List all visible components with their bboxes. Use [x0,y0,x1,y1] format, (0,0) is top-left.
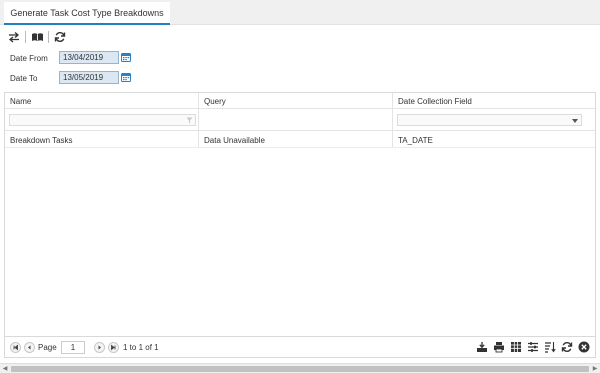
previous-page-icon [28,345,31,350]
horizontal-scrollbar[interactable]: ◀ ▶ [0,363,600,373]
calendar-icon[interactable] [121,52,131,62]
calendar-icon[interactable] [121,72,131,82]
tab-bar: Generate Task Cost Type Breakdowns [0,0,600,25]
last-page-icon [111,344,116,351]
date-from-label: Date From [10,54,48,63]
date-to-label: Date To [10,74,38,83]
page-number-input[interactable]: 1 [61,341,85,354]
chevron-down-icon[interactable] [572,119,578,123]
filter-icon[interactable] [186,117,193,124]
columns-icon[interactable] [510,341,522,353]
refresh-icon[interactable] [53,30,67,44]
previous-page-button[interactable] [24,342,35,353]
column-header-date-collection-field[interactable]: Date Collection Field [393,93,587,109]
toolbar [7,30,67,44]
toolbar-divider [48,31,49,43]
page-label: Page [38,343,57,352]
name-filter-input[interactable] [9,114,196,126]
filter-row [5,109,595,131]
scrollbar-thumb[interactable] [11,366,589,372]
cell-name: Breakdown Tasks [10,136,73,145]
print-icon[interactable] [493,341,505,353]
tab-generate-task-cost-type-breakdowns[interactable]: Generate Task Cost Type Breakdowns [4,2,170,25]
export-icon[interactable] [476,341,488,353]
scroll-left-arrow-icon[interactable]: ◀ [0,364,10,373]
grid-header: Name Query Date Collection Field [5,93,595,109]
tab-title: Generate Task Cost Type Breakdowns [10,7,164,18]
open-book-icon[interactable] [30,30,44,44]
table-row[interactable]: Breakdown Tasks Data Unavailable TA_DATE [5,131,595,148]
sort-icon[interactable] [544,341,556,353]
column-header-query[interactable]: Query [199,93,393,109]
date-collection-field-filter-select[interactable] [397,114,582,126]
next-page-button[interactable] [94,342,105,353]
close-icon[interactable] [578,341,590,353]
last-page-button[interactable] [108,342,119,353]
page-summary: 1 to 1 of 1 [123,343,159,352]
swap-arrows-icon[interactable] [7,30,21,44]
date-from-input[interactable]: 13/04/2019 [59,51,119,64]
first-page-button[interactable] [10,342,21,353]
date-to-input[interactable]: 13/05/2019 [59,71,119,84]
pager: Page 1 1 to 1 of 1 [4,337,596,358]
next-page-icon [98,345,101,350]
toolbar-divider [25,31,26,43]
cell-query: Data Unavailable [204,136,265,145]
filter-settings-icon[interactable] [527,341,539,353]
first-page-icon [13,344,18,351]
cell-date-collection-field: TA_DATE [398,136,433,145]
refresh-icon[interactable] [561,341,573,353]
breakdown-grid: Name Query Date Collection Field Breakdo… [4,92,596,337]
column-header-name[interactable]: Name [5,93,199,109]
scroll-right-arrow-icon[interactable]: ▶ [590,364,600,373]
